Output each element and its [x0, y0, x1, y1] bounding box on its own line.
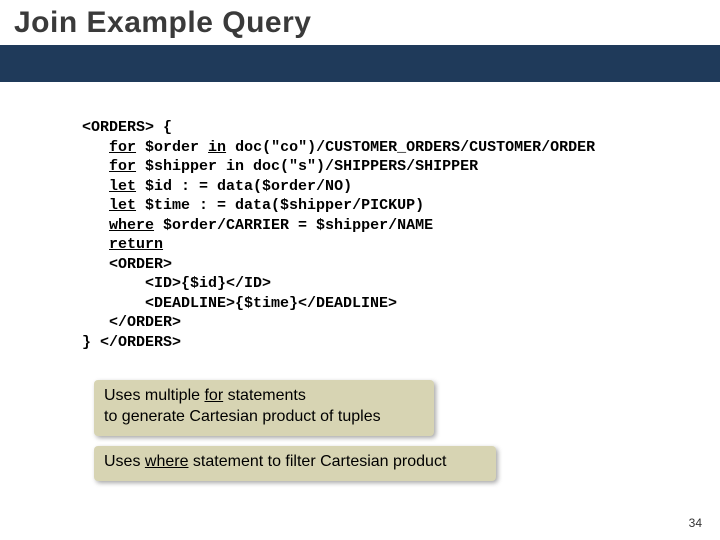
code-line-11: </ORDER>: [109, 314, 181, 331]
note2-underlined: where: [145, 453, 189, 470]
keyword-return: return: [109, 236, 163, 253]
code-line-10: <DEADLINE>{$time}</DEADLINE>: [145, 295, 397, 312]
code-line-12: } </ORDERS>: [82, 334, 181, 351]
slide-title: Join Example Query: [14, 6, 311, 40]
keyword-for-2: for: [109, 158, 136, 175]
code-text: $shipper in doc("s")/SHIPPERS/SHIPPER: [136, 158, 478, 175]
keyword-for-1: for: [109, 139, 136, 156]
title-bar: Join Example Query: [0, 0, 720, 82]
code-line-8: <ORDER>: [109, 256, 172, 273]
note1-text-b: statements: [223, 387, 306, 404]
note1-underlined: for: [204, 387, 223, 404]
code-text: doc("co")/CUSTOMER_ORDERS/CUSTOMER/ORDER: [226, 139, 595, 156]
code-text: $id : = data($order/NO): [136, 178, 352, 195]
code-block: <ORDERS> { for $order in doc("co")/CUSTO…: [82, 118, 595, 352]
code-text: $order/CARRIER = $shipper/NAME: [154, 217, 433, 234]
note1-text-a: Uses multiple: [104, 387, 204, 404]
keyword-let-1: let: [109, 178, 136, 195]
note1-line2: to generate Cartesian product of tuples: [104, 408, 381, 425]
code-text: $time : = data($shipper/PICKUP): [136, 197, 424, 214]
note-box-1: Uses multiple for statements to generate…: [94, 380, 434, 436]
keyword-let-2: let: [109, 197, 136, 214]
code-text: $order: [136, 139, 208, 156]
keyword-where: where: [109, 217, 154, 234]
page-number: 34: [689, 516, 702, 530]
note2-text-b: statement to filter Cartesian product: [188, 453, 446, 470]
note2-text-a: Uses: [104, 453, 145, 470]
keyword-in: in: [208, 139, 226, 156]
code-line-9: <ID>{$id}</ID>: [145, 275, 271, 292]
code-line-1: <ORDERS> {: [82, 119, 172, 136]
note-box-2: Uses where statement to filter Cartesian…: [94, 446, 496, 481]
